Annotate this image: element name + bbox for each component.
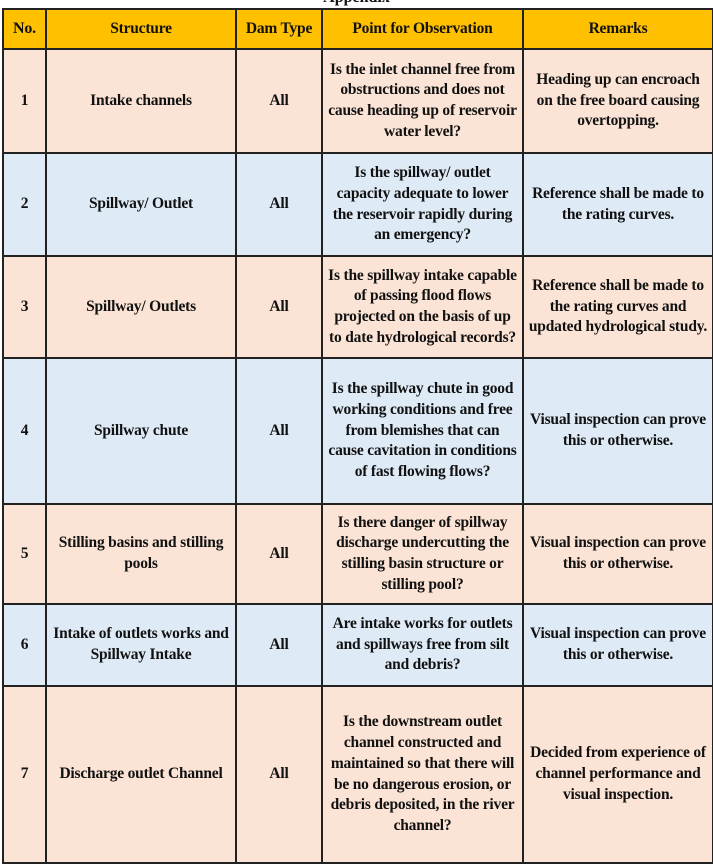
document-page: Appendix No. Structure Dam Type Point fo… [0,0,713,864]
table-row: 7 Discharge outlet Channel All Is the do… [2,685,713,864]
cell-remarks: Visual inspection can prove this or othe… [522,503,713,605]
cell-dam-type: All [235,503,323,605]
table-row: 5 Stilling basins and stilling pools All… [2,503,713,605]
header-remarks: Remarks [522,8,713,50]
table-row: 3 Spillway/ Outlets All Is the spillway … [2,255,713,359]
cell-remarks: Visual inspection can prove this or othe… [522,603,713,687]
cell-no: 2 [2,152,47,257]
cell-no: 6 [2,603,47,687]
cell-remarks: Visual inspection can prove this or othe… [522,357,713,505]
cell-structure: Discharge outlet Channel [45,685,237,864]
cell-remarks: Heading up can encroach on the free boar… [522,48,713,154]
cell-dam-type: All [235,685,323,864]
table-row: 6 Intake of outlets works and Spillway I… [2,603,713,687]
cell-structure: Intake channels [45,48,237,154]
cell-structure: Spillway chute [45,357,237,505]
header-no: No. [2,8,47,50]
cell-point: Is there danger of spillway discharge un… [321,503,524,605]
table-caption: Appendix [0,0,713,8]
cell-no: 1 [2,48,47,154]
cell-structure: Stilling basins and stilling pools [45,503,237,605]
table-row: 2 Spillway/ Outlet All Is the spillway/ … [2,152,713,257]
cell-remarks: Reference shall be made to the rating cu… [522,152,713,257]
cell-dam-type: All [235,255,323,359]
header-point-for-observation: Point for Observation [321,8,524,50]
cell-remarks: Decided from experience of channel perfo… [522,685,713,864]
table-row: 4 Spillway chute All Is the spillway chu… [2,357,713,505]
cell-structure: Intake of outlets works and Spillway Int… [45,603,237,687]
cell-dam-type: All [235,603,323,687]
cell-point: Is the downstream outlet channel constru… [321,685,524,864]
cell-dam-type: All [235,357,323,505]
table-row: 1 Intake channels All Is the inlet chann… [2,48,713,154]
cell-no: 7 [2,685,47,864]
cell-point: Is the spillway chute in good working co… [321,357,524,505]
cell-point: Is the inlet channel free from obstructi… [321,48,524,154]
table-header-row: No. Structure Dam Type Point for Observa… [2,8,713,50]
inspection-table: No. Structure Dam Type Point for Observa… [2,8,713,864]
cell-no: 4 [2,357,47,505]
cell-no: 3 [2,255,47,359]
cell-remarks: Reference shall be made to the rating cu… [522,255,713,359]
header-dam-type: Dam Type [235,8,323,50]
cell-structure: Spillway/ Outlets [45,255,237,359]
cell-structure: Spillway/ Outlet [45,152,237,257]
cell-point: Is the spillway/ outlet capacity adequat… [321,152,524,257]
header-structure: Structure [45,8,237,50]
cell-no: 5 [2,503,47,605]
cell-dam-type: All [235,48,323,154]
cell-dam-type: All [235,152,323,257]
cell-point: Are intake works for outlets and spillwa… [321,603,524,687]
cell-point: Is the spillway intake capable of passin… [321,255,524,359]
